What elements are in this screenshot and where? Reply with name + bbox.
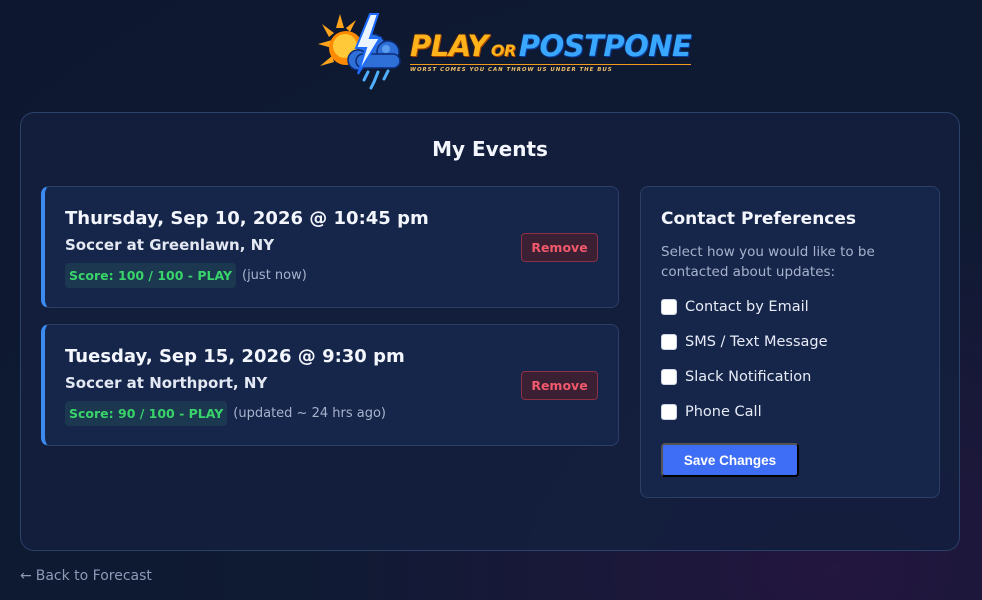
sms-checkbox[interactable]	[661, 334, 677, 350]
brand-logo[interactable]: PLAY OR POSTPONE WORST COMES YOU CAN THR…	[312, 8, 692, 92]
brand-or-text: OR	[490, 40, 516, 60]
event-date: Tuesday, Sep 15, 2026 @ 9:30 pm	[65, 346, 405, 367]
weather-logo-icon	[312, 8, 408, 92]
brand-postpone-text: POSTPONE	[518, 28, 692, 63]
brand-tagline: WORST COMES YOU CAN THROW US UNDER THE B…	[410, 63, 692, 73]
phone-checkbox[interactable]	[661, 404, 677, 420]
remove-event-button[interactable]: Remove	[521, 233, 598, 262]
contact-preferences-title: Contact Preferences	[661, 209, 857, 229]
remove-event-button[interactable]: Remove	[521, 371, 598, 400]
contact-option-sms[interactable]: SMS / Text Message	[661, 334, 828, 350]
score-updated-time: (just now)	[242, 268, 307, 283]
contact-option-label: SMS / Text Message	[685, 334, 828, 350]
contact-option-label: Contact by Email	[685, 299, 809, 315]
save-changes-button[interactable]: Save Changes	[661, 443, 799, 477]
score-badge: Score: 90 / 100 - PLAY	[65, 401, 228, 426]
event-date: Thursday, Sep 10, 2026 @ 10:45 pm	[65, 208, 429, 229]
events-card: My Events Thursday, Sep 10, 2026 @ 10:45…	[20, 112, 960, 551]
brand-wordmark: PLAY OR POSTPONE WORST COMES YOU CAN THR…	[410, 28, 692, 73]
brand-play-text: PLAY	[410, 28, 488, 63]
contact-option-label: Slack Notification	[685, 369, 812, 385]
back-link-label: Back to Forecast	[35, 568, 152, 584]
contact-option-phone[interactable]: Phone Call	[661, 404, 762, 420]
event-location: Soccer at Greenlawn, NY	[65, 236, 275, 254]
score-updated-time: (updated ~ 24 hrs ago)	[233, 406, 386, 421]
contact-preferences-description: Select how you would like to be contacte…	[661, 244, 875, 280]
page-title: My Events	[432, 137, 548, 161]
email-checkbox[interactable]	[661, 299, 677, 315]
event-score-row: Score: 100 / 100 - PLAY (just now)	[65, 263, 307, 288]
event-card: Thursday, Sep 10, 2026 @ 10:45 pm Soccer…	[41, 186, 619, 308]
event-card: Tuesday, Sep 15, 2026 @ 9:30 pm Soccer a…	[41, 324, 619, 446]
contact-preferences-panel: Contact Preferences Select how you would…	[640, 186, 940, 498]
back-to-forecast-link[interactable]: ← Back to Forecast	[20, 568, 152, 584]
arrow-left-icon: ←	[20, 568, 32, 584]
contact-option-slack[interactable]: Slack Notification	[661, 369, 811, 385]
event-location: Soccer at Northport, NY	[65, 374, 268, 392]
contact-option-label: Phone Call	[685, 404, 762, 420]
score-badge: Score: 100 / 100 - PLAY	[65, 263, 236, 288]
slack-checkbox[interactable]	[661, 369, 677, 385]
event-score-row: Score: 90 / 100 - PLAY (updated ~ 24 hrs…	[65, 401, 386, 426]
contact-option-email[interactable]: Contact by Email	[661, 299, 809, 315]
